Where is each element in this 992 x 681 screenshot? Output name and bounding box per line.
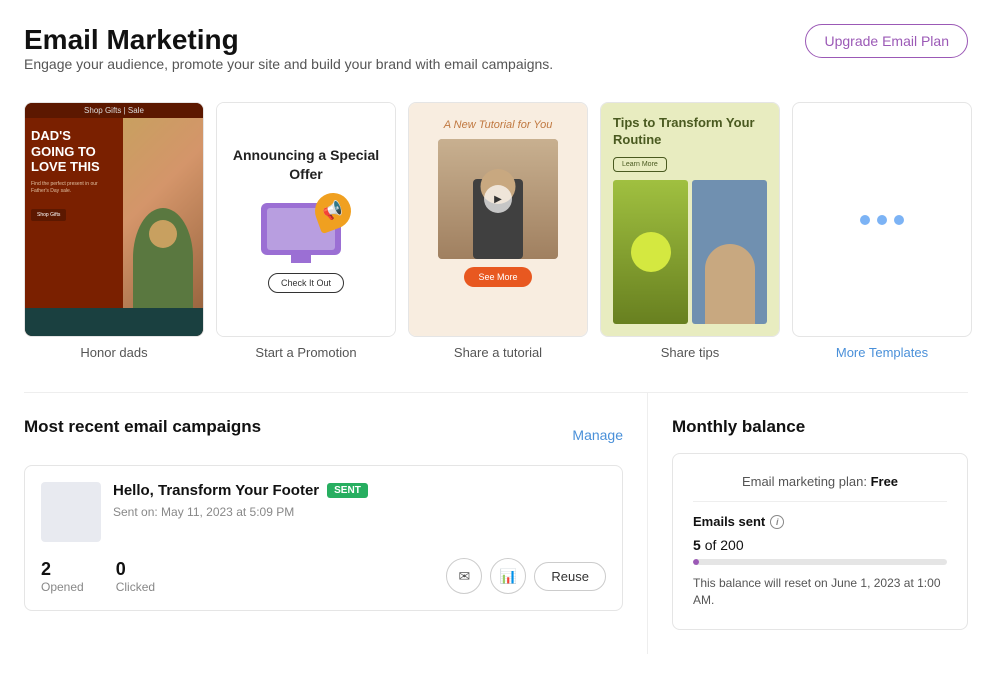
stat-clicked-number: 0 [116, 559, 155, 580]
stats-action-button[interactable]: 📊 [490, 558, 526, 594]
template-preview-share-tips[interactable]: Tips to Transform Your Routine Learn Mor… [600, 102, 780, 337]
plan-value: Free [871, 474, 898, 489]
template3-play-icon: ▶ [484, 185, 512, 213]
template4-cta: Learn More [613, 157, 667, 172]
template-visual-honor-dads: Shop Gifts | Sale DAD'S GOING TO LOVE TH… [25, 103, 203, 336]
dot-2 [877, 215, 887, 225]
more-templates-card: More Templates [792, 102, 972, 360]
campaigns-section-title: Most recent email campaigns [24, 417, 261, 437]
template4-photo2 [692, 180, 767, 324]
email-action-button[interactable]: ✉ [446, 558, 482, 594]
stat-opened-number: 2 [41, 559, 84, 580]
emails-progress-bar-fill [693, 559, 699, 565]
template1-subtext: Find the perfect present in our Father's… [31, 181, 117, 195]
template2-cta: Check It Out [268, 273, 344, 293]
more-templates-dots [860, 215, 904, 225]
campaign-status-badge: SENT [327, 483, 368, 498]
template-card-honor-dads: Shop Gifts | Sale DAD'S GOING TO LOVE TH… [24, 102, 204, 360]
stat-clicked-label: Clicked [116, 580, 155, 594]
more-templates-label[interactable]: More Templates [836, 345, 928, 360]
campaigns-panel: Most recent email campaigns Manage Hello… [24, 393, 648, 654]
dot-1 [860, 215, 870, 225]
balance-card: Email marketing plan: Free Emails sent i… [672, 453, 968, 630]
template-preview-start-promotion[interactable]: Announcing a Special Offer 📢 Check It Ou… [216, 102, 396, 337]
emails-sent-total: 200 [720, 537, 743, 553]
template3-cta: See More [464, 267, 531, 287]
template1-person-image [123, 118, 203, 308]
template-label-start-promotion: Start a Promotion [255, 345, 356, 360]
emails-sent-current: 5 [693, 537, 701, 553]
template-card-share-tutorial: A New Tutorial for You ▶ See More Share … [408, 102, 588, 360]
campaign-title: Hello, Transform Your Footer [113, 482, 319, 499]
plan-row: Email marketing plan: Free [693, 474, 947, 502]
envelope-icon: ✉ [459, 568, 471, 585]
emails-progress-bar-bg [693, 559, 947, 565]
template3-photo: ▶ [438, 139, 558, 259]
balance-section-title: Monthly balance [672, 417, 968, 437]
template-label-share-tutorial: Share a tutorial [454, 345, 542, 360]
campaigns-section-header: Most recent email campaigns Manage [24, 417, 623, 453]
template-preview-share-tutorial[interactable]: A New Tutorial for You ▶ See More [408, 102, 588, 337]
campaign-card: Hello, Transform Your Footer SENT Sent o… [24, 465, 623, 611]
template2-monitor-base [291, 255, 311, 263]
stat-clicked: 0 Clicked [116, 559, 155, 594]
page-title: Email Marketing [24, 24, 553, 56]
template-label-honor-dads: Honor dads [80, 345, 147, 360]
template-preview-honor-dads[interactable]: Shop Gifts | Sale DAD'S GOING TO LOVE TH… [24, 102, 204, 337]
page-container: Email Marketing Engage your audience, pr… [0, 0, 992, 681]
template1-body: DAD'S GOING TO LOVE THIS Find the perfec… [25, 118, 203, 308]
template1-right [123, 118, 203, 308]
campaign-actions: ✉ 📊 Reuse [446, 558, 606, 594]
campaign-info: Hello, Transform Your Footer SENT Sent o… [113, 482, 606, 519]
balance-reset-note: This balance will reset on June 1, 2023 … [693, 575, 947, 609]
plan-label: Email marketing plan: [742, 474, 867, 489]
stat-opened: 2 Opened [41, 559, 84, 594]
dot-3 [894, 215, 904, 225]
template-visual-start-promotion: Announcing a Special Offer 📢 Check It Ou… [217, 103, 395, 336]
header-left: Email Marketing Engage your audience, pr… [24, 24, 553, 94]
template4-photo1 [613, 180, 688, 324]
campaign-stats: 2 Opened 0 Clicked ✉ 📊 Reus [41, 558, 606, 594]
campaign-date: Sent on: May 11, 2023 at 5:09 PM [113, 505, 294, 519]
bottom-section: Most recent email campaigns Manage Hello… [24, 392, 968, 654]
template-label-share-tips: Share tips [661, 345, 720, 360]
stat-opened-label: Opened [41, 580, 84, 594]
emails-count-display: 5 of 200 [693, 537, 947, 553]
manage-link[interactable]: Manage [572, 427, 623, 443]
chart-bar-icon: 📊 [500, 568, 517, 585]
template-visual-share-tips: Tips to Transform Your Routine Learn Mor… [601, 103, 779, 336]
upgrade-email-plan-button[interactable]: Upgrade Email Plan [805, 24, 968, 58]
page-subtitle: Engage your audience, promote your site … [24, 56, 553, 72]
template-card-start-promotion: Announcing a Special Offer 📢 Check It Ou… [216, 102, 396, 360]
reuse-button[interactable]: Reuse [534, 562, 606, 591]
emails-sent-section: Emails sent i [693, 514, 947, 529]
template-visual-share-tutorial: A New Tutorial for You ▶ See More [409, 103, 587, 336]
templates-row: Shop Gifts | Sale DAD'S GOING TO LOVE TH… [24, 102, 968, 360]
template2-heading: Announcing a Special Offer [227, 146, 385, 182]
more-templates-box[interactable] [792, 102, 972, 337]
campaign-top: Hello, Transform Your Footer SENT Sent o… [41, 482, 606, 542]
template1-cta: Shop Gifts [31, 209, 66, 221]
template1-footer [25, 308, 203, 336]
page-header: Email Marketing Engage your audience, pr… [24, 24, 968, 94]
template1-heading: DAD'S GOING TO LOVE THIS [31, 128, 117, 175]
campaign-title-row: Hello, Transform Your Footer SENT [113, 482, 606, 499]
monthly-balance-panel: Monthly balance Email marketing plan: Fr… [648, 393, 968, 654]
template4-lemon [631, 232, 671, 272]
emails-sent-label-text: Emails sent [693, 514, 765, 529]
campaign-thumbnail [41, 482, 101, 542]
template1-top-bar: Shop Gifts | Sale [25, 103, 203, 118]
template4-photos [613, 180, 767, 324]
template2-image: 📢 [261, 193, 351, 263]
emails-sent-info-icon[interactable]: i [770, 515, 784, 529]
template4-heading: Tips to Transform Your Routine [613, 115, 767, 149]
emails-of-text: of [705, 537, 721, 553]
template4-woman-image [705, 244, 755, 324]
template-card-share-tips: Tips to Transform Your Routine Learn Mor… [600, 102, 780, 360]
template1-left: DAD'S GOING TO LOVE THIS Find the perfec… [25, 118, 123, 308]
template3-title: A New Tutorial for You [444, 119, 553, 131]
